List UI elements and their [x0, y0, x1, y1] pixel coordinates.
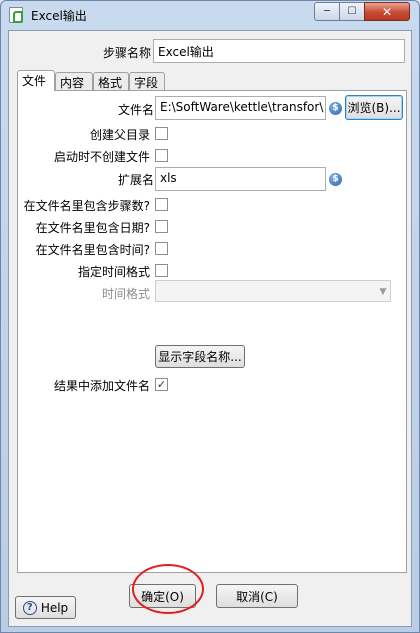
extension-label: 扩展名: [117, 173, 154, 187]
time-format-dropdown[interactable]: [155, 280, 391, 302]
browse-button[interactable]: 浏览(B)...: [345, 95, 403, 120]
step-name-label: 步骤名称: [102, 46, 151, 60]
filename-input[interactable]: E:\SoftWare\kettle\transfor\: [155, 96, 326, 120]
include-step-label: 在文件名里包含步骤数?: [23, 199, 150, 213]
help-button[interactable]: ? Help: [15, 596, 76, 619]
include-date-checkbox[interactable]: [155, 220, 168, 233]
specify-time-format-label: 指定时间格式: [77, 265, 150, 279]
dialog-client-area: 步骤名称 Excel输出 文件 内容 格式 字段 文件名 E:\SoftWare…: [8, 30, 412, 627]
include-time-label: 在文件名里包含时间?: [35, 243, 150, 257]
minimize-button[interactable]: ─: [314, 2, 340, 21]
help-button-label: Help: [40, 600, 69, 615]
filename-label: 文件名: [117, 103, 154, 117]
tab-fields[interactable]: 字段: [129, 72, 165, 90]
create-parent-folder-label: 创建父目录: [89, 128, 150, 142]
ok-button[interactable]: 确定(O): [129, 584, 196, 608]
tab-panel-file: 文件名 E:\SoftWare\kettle\transfor\ $ 浏览(B)…: [17, 90, 407, 573]
step-name-input[interactable]: Excel输出: [153, 39, 405, 63]
kettle-step-icon: [9, 7, 23, 23]
tab-format[interactable]: 格式: [93, 72, 129, 90]
tab-file[interactable]: 文件: [17, 70, 55, 91]
help-icon: ?: [22, 600, 37, 615]
include-time-checkbox[interactable]: [155, 242, 168, 255]
window-title: Excel输出: [31, 9, 87, 23]
no-create-at-start-checkbox[interactable]: [155, 149, 168, 162]
close-button[interactable]: ✕: [364, 2, 410, 21]
specify-time-format-checkbox[interactable]: [155, 264, 168, 277]
cancel-button[interactable]: 取消(C): [216, 584, 298, 608]
maximize-button[interactable]: ☐: [339, 2, 365, 21]
add-filename-to-result-label: 结果中添加文件名: [53, 379, 150, 393]
time-format-label: 时间格式: [101, 287, 150, 301]
variable-icon: $: [329, 173, 342, 186]
dialog-window: Excel输出 ─ ☐ ✕ 步骤名称 Excel输出 文件 内容 格式 字段 文…: [0, 0, 420, 633]
show-field-names-button[interactable]: 显示字段名称...: [155, 345, 245, 368]
title-bar[interactable]: Excel输出 ─ ☐ ✕: [1, 1, 419, 29]
create-parent-folder-checkbox[interactable]: [155, 127, 168, 140]
include-step-checkbox[interactable]: [155, 198, 168, 211]
include-date-label: 在文件名里包含日期?: [35, 221, 150, 235]
add-filename-to-result-checkbox[interactable]: ✓: [155, 378, 168, 391]
extension-input[interactable]: xls: [155, 167, 326, 191]
variable-icon: $: [329, 102, 342, 115]
tab-content[interactable]: 内容: [55, 72, 93, 90]
no-create-at-start-label: 启动时不创建文件: [53, 150, 150, 164]
dropdown-arrow-icon: ▼: [379, 287, 387, 297]
